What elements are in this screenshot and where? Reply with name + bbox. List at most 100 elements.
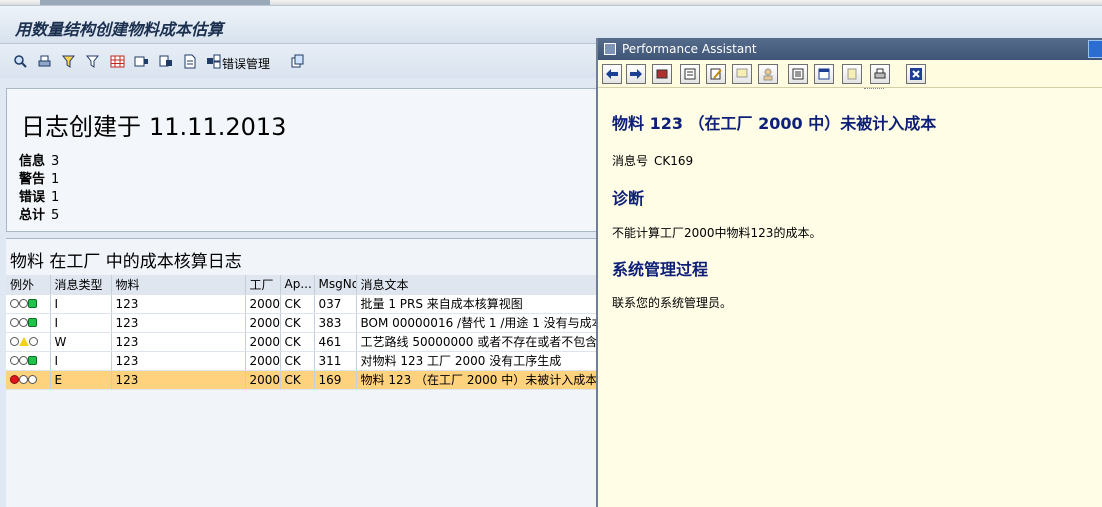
material-cell: 123 bbox=[111, 294, 246, 314]
plant-cell: 2000 bbox=[245, 313, 281, 333]
table-layout-icon[interactable] bbox=[110, 54, 125, 69]
log-created-label: 日志创建于 bbox=[21, 113, 141, 141]
minimize-button[interactable] bbox=[1088, 40, 1102, 58]
performance-assistant-toolbar bbox=[598, 60, 1102, 88]
traffic-light-icon bbox=[10, 298, 37, 308]
summary-value: 1 bbox=[51, 172, 60, 187]
book-icon[interactable] bbox=[652, 64, 672, 84]
search-icon[interactable] bbox=[13, 54, 28, 69]
traffic-light-icon bbox=[10, 374, 37, 384]
summary-row: 总计 5 bbox=[19, 207, 59, 225]
light-red-icon bbox=[10, 374, 19, 384]
table-row[interactable]: E 123 2000 CK 169 物料 123 （在工厂 2000 中）未被计入成本 bbox=[6, 370, 601, 390]
diagnosis-heading: 诊断 bbox=[612, 189, 645, 208]
print-icon[interactable] bbox=[37, 54, 52, 69]
copy-icon[interactable] bbox=[290, 54, 305, 69]
procedure-heading: 系统管理过程 bbox=[612, 260, 709, 279]
summary-row: 信息 3 bbox=[19, 153, 59, 171]
column-header-message-type[interactable]: 消息类型 bbox=[50, 275, 112, 295]
set-filter-icon[interactable] bbox=[85, 54, 100, 69]
resize-grip[interactable] bbox=[864, 88, 884, 91]
log-created-heading: 日志创建于 11.11.2013 bbox=[21, 107, 286, 142]
details-icon[interactable] bbox=[158, 54, 173, 69]
column-header-msgno[interactable]: MsgNo bbox=[314, 275, 357, 295]
summary-key: 总计 bbox=[19, 208, 46, 223]
light-yellow-icon bbox=[19, 336, 29, 346]
message-text-cell: BOM 00000016 /替代 1 /用途 1 没有与成本 bbox=[356, 313, 601, 333]
application-area-cell: CK bbox=[280, 294, 315, 314]
msgno-cell: 169 bbox=[314, 370, 357, 390]
plant-cell: 2000 bbox=[245, 370, 281, 390]
performance-assistant-titlebar[interactable]: Performance Assistant bbox=[598, 38, 1102, 60]
users-icon[interactable] bbox=[758, 64, 778, 84]
light-green-icon bbox=[28, 317, 37, 327]
procedure-text: 联系您的系统管理员。 bbox=[612, 296, 733, 310]
exception-cell bbox=[6, 332, 51, 352]
print-icon[interactable] bbox=[870, 64, 890, 84]
summary-row: 警告 1 bbox=[19, 171, 59, 189]
table-row[interactable]: I 123 2000 CK 311 对物料 123 工厂 2000 没有工序生成 bbox=[6, 351, 601, 371]
column-icon[interactable] bbox=[134, 54, 149, 69]
application-area-cell: CK bbox=[280, 332, 315, 352]
summary-key: 错误 bbox=[19, 190, 46, 205]
diagnosis-text: 不能计算工厂2000中物料123的成本。 bbox=[612, 226, 822, 240]
light-off-icon bbox=[10, 317, 19, 327]
comment-icon[interactable] bbox=[732, 64, 752, 84]
message-type-cell: I bbox=[50, 313, 112, 333]
note-icon[interactable] bbox=[788, 64, 808, 84]
light-off-icon bbox=[19, 317, 28, 327]
summary-key: 警告 bbox=[19, 172, 46, 187]
column-header-application-area[interactable]: Ap... bbox=[280, 275, 315, 295]
summary-row: 错误 1 bbox=[19, 189, 59, 207]
column-header-message-text[interactable]: 消息文本 bbox=[356, 275, 601, 295]
msgno-cell: 383 bbox=[314, 313, 357, 333]
document-icon[interactable] bbox=[182, 54, 197, 69]
message-number-value: CK169 bbox=[654, 154, 694, 168]
attach-icon[interactable] bbox=[842, 64, 862, 84]
table-row[interactable]: I 123 2000 CK 383 BOM 00000016 /替代 1 /用途 1 没有… bbox=[6, 313, 601, 333]
summary-value: 3 bbox=[51, 154, 60, 169]
traffic-light-icon bbox=[10, 336, 38, 346]
message-type-cell: I bbox=[50, 294, 112, 314]
table-row[interactable]: I 123 2000 CK 037 批量 1 PRS 来自成本核算视图 bbox=[6, 294, 601, 314]
traffic-light-icon bbox=[10, 355, 37, 365]
message-text-cell: 批量 1 PRS 来自成本核算视图 bbox=[356, 294, 601, 314]
msgno-cell: 461 bbox=[314, 332, 357, 352]
column-header-plant[interactable]: 工厂 bbox=[245, 275, 281, 295]
session-tab[interactable] bbox=[40, 0, 270, 5]
message-type-cell: I bbox=[50, 351, 112, 371]
application-area-cell: CK bbox=[280, 370, 315, 390]
message-number-label: 消息号 bbox=[612, 154, 649, 168]
light-off-icon bbox=[19, 355, 28, 365]
material-cell: 123 bbox=[111, 370, 246, 390]
costing-log-heading: 物料 在工厂 中的成本核算日志 bbox=[10, 252, 242, 272]
summary-key: 信息 bbox=[19, 154, 46, 169]
filter-icon[interactable] bbox=[61, 54, 76, 69]
technical-info-icon[interactable] bbox=[680, 64, 700, 84]
edit-icon[interactable] bbox=[706, 64, 726, 84]
material-cell: 123 bbox=[111, 313, 246, 333]
error-management-button[interactable]: 错误管理 bbox=[222, 55, 270, 72]
light-off-icon bbox=[19, 298, 28, 308]
exception-cell bbox=[6, 351, 51, 371]
plant-cell: 2000 bbox=[245, 351, 281, 371]
message-heading: 物料 123 （在工厂 2000 中）未被计入成本 bbox=[612, 114, 937, 133]
table-row[interactable]: W 123 2000 CK 461 工艺路线 50000000 或者不存在或者不包含工 bbox=[6, 332, 601, 352]
error-management-icon[interactable] bbox=[206, 54, 221, 69]
back-arrow-icon[interactable] bbox=[602, 64, 622, 84]
light-off-icon bbox=[28, 374, 37, 384]
costing-log-section: 物料 在工厂 中的成本核算日志 例外 消息类型 物料 工厂 Ap... MsgN… bbox=[6, 238, 601, 507]
message-type-cell: W bbox=[50, 332, 112, 352]
exception-cell bbox=[6, 313, 51, 333]
message-number: 消息号 CK169 bbox=[612, 152, 693, 169]
costing-log-table: 例外 消息类型 物料 工厂 Ap... MsgNo 消息文本 I 123 2000 C… bbox=[6, 275, 601, 390]
column-header-exception[interactable]: 例外 bbox=[6, 275, 51, 295]
table-header-row: 例外 消息类型 物料 工厂 Ap... MsgNo 消息文本 bbox=[6, 275, 601, 295]
light-green-icon bbox=[28, 355, 37, 365]
column-header-material[interactable]: 物料 bbox=[111, 275, 246, 295]
close-icon[interactable] bbox=[906, 64, 926, 84]
window-icon[interactable] bbox=[814, 64, 834, 84]
application-area-cell: CK bbox=[280, 351, 315, 371]
msgno-cell: 037 bbox=[314, 294, 357, 314]
forward-arrow-icon[interactable] bbox=[626, 64, 646, 84]
